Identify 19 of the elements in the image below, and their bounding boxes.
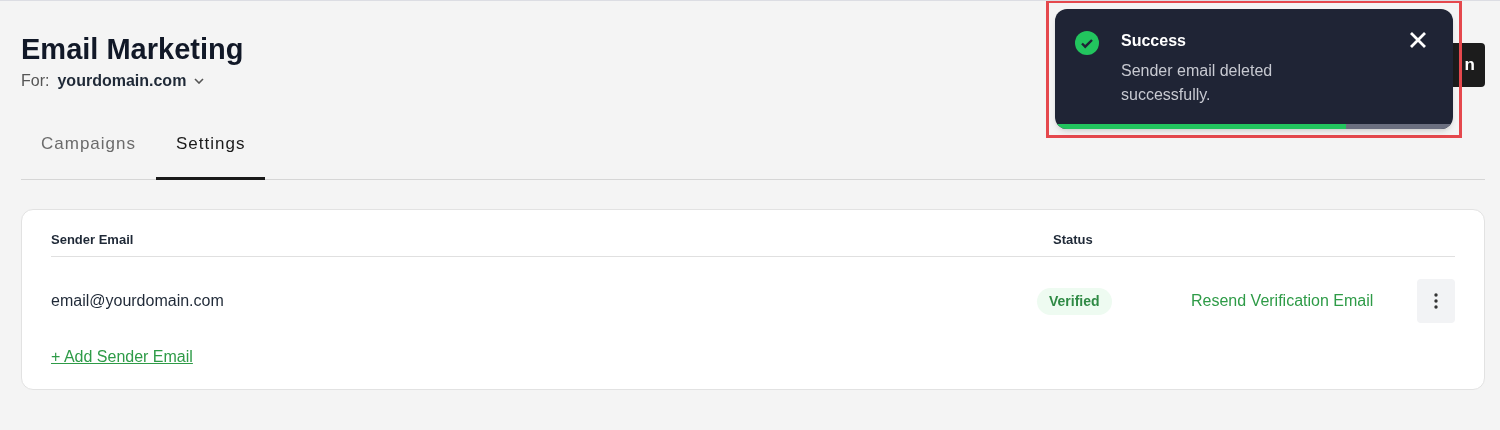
resend-link[interactable]: Resend Verification Email xyxy=(1191,289,1417,313)
close-button[interactable] xyxy=(1409,31,1427,49)
toast-title: Success xyxy=(1121,31,1187,51)
column-header: Status xyxy=(1053,230,1094,249)
column-header: Sender Email xyxy=(51,230,135,249)
close-icon xyxy=(1409,31,1427,49)
chevron-down-icon xyxy=(194,78,205,84)
sender-email: email@yourdomain.com xyxy=(51,291,225,311)
domain-selector[interactable]: yourdomain.com xyxy=(57,69,205,93)
status-badge: Verified xyxy=(1037,287,1112,315)
for-label: For: xyxy=(21,71,50,91)
more-button[interactable] xyxy=(1417,279,1455,323)
tab[interactable]: Settings xyxy=(156,123,266,180)
tab[interactable]: Campaigns xyxy=(21,123,156,180)
add-sender-link[interactable]: + Add Sender Email xyxy=(51,348,193,365)
more-icon xyxy=(1434,293,1438,309)
check-circle-icon xyxy=(1075,31,1099,55)
toast-message: Sender email deleted successfully. xyxy=(1121,61,1274,105)
page-title: Email Marketing xyxy=(21,32,244,67)
